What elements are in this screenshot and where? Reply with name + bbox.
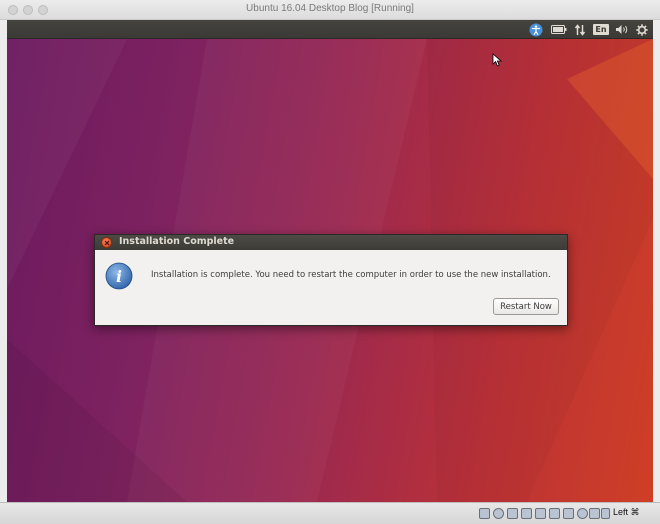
svg-text:i: i	[116, 267, 122, 286]
network-adapter-icon[interactable]	[521, 508, 532, 519]
battery-icon[interactable]	[550, 22, 568, 37]
close-icon[interactable]	[101, 237, 112, 248]
window-title: Ubuntu 16.04 Desktop Blog [Running]	[246, 3, 414, 14]
audio-icon[interactable]	[507, 508, 518, 519]
ubuntu-top-panel: En	[7, 20, 653, 39]
dialog-titlebar: Installation Complete	[95, 235, 567, 250]
accessibility-icon[interactable]	[529, 22, 543, 37]
host-key-label: Left ⌘	[613, 507, 640, 517]
host-window-titlebar: Ubuntu 16.04 Desktop Blog [Running]	[0, 0, 660, 20]
guest-screen[interactable]: En Installation Complete i Installation …	[7, 20, 653, 502]
optical-drive-icon[interactable]	[493, 508, 504, 519]
network-icon[interactable]	[573, 22, 587, 37]
installation-complete-dialog: Installation Complete i Installation is …	[94, 234, 568, 326]
mouse-cursor	[492, 53, 503, 67]
cpu-icon[interactable]	[589, 508, 600, 519]
sound-icon[interactable]	[614, 22, 630, 37]
shared-folder-icon[interactable]	[549, 508, 560, 519]
hard-disk-icon[interactable]	[479, 508, 490, 519]
keyboard-language-icon[interactable]: En	[593, 22, 609, 37]
restart-now-button[interactable]: Restart Now	[493, 298, 559, 315]
mouse-integration-icon[interactable]	[601, 508, 610, 519]
virtualbox-status-bar: Left ⌘	[0, 502, 660, 524]
display-icon[interactable]	[563, 508, 574, 519]
gear-icon[interactable]	[635, 22, 649, 37]
keyboard-language-label: En	[593, 24, 609, 35]
dialog-title: Installation Complete	[119, 236, 235, 247]
info-icon: i	[105, 262, 133, 290]
recording-icon[interactable]	[577, 508, 588, 519]
usb-icon[interactable]	[535, 508, 546, 519]
dialog-message: Installation is complete. You need to re…	[151, 270, 551, 280]
